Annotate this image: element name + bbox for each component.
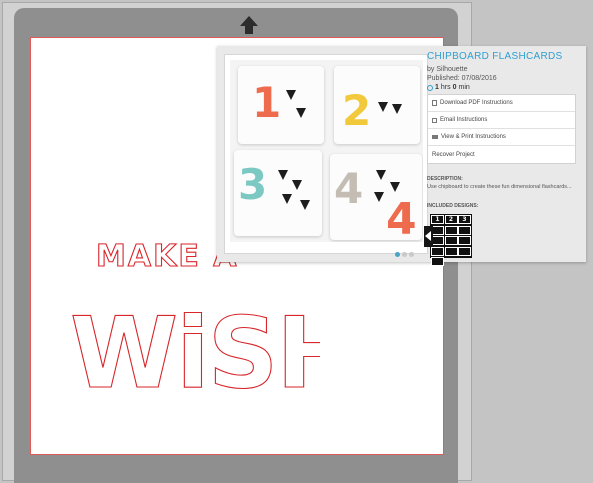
- project-photo-frame: 1 2 3 4 4: [224, 54, 428, 257]
- flashcard-1: 1: [238, 66, 324, 144]
- design-thumbnail[interactable]: [431, 257, 444, 266]
- carousel-dot-1[interactable]: [395, 252, 400, 257]
- project-photo[interactable]: 1 2 3 4 4: [230, 60, 423, 242]
- project-author: by Silhouette: [427, 66, 468, 73]
- flashcard-4: 4 4: [330, 154, 422, 242]
- design-thumbnail[interactable]: 1: [431, 215, 444, 224]
- envelope-icon: [432, 117, 437, 123]
- carousel-dot-3[interactable]: [409, 252, 414, 257]
- design-thumbnail[interactable]: 2: [444, 215, 458, 224]
- clock-icon: [427, 84, 433, 91]
- flashcard-2: 2: [334, 66, 420, 144]
- description-text: Use chipboard to create these fun dimens…: [427, 184, 572, 190]
- project-time: 1 hrs 0 min: [427, 84, 470, 91]
- flashcard-3: 3: [234, 150, 322, 236]
- feed-direction-arrow-icon: [240, 16, 258, 26]
- design-line-2: WiSH: [70, 297, 320, 411]
- design-thumbnail[interactable]: [431, 246, 444, 256]
- project-actions: Download PDF Instructions Email Instruct…: [427, 94, 576, 164]
- design-wish[interactable]: WiSH: [70, 272, 320, 417]
- design-thumbnail[interactable]: [458, 225, 471, 235]
- collapse-panel-tab[interactable]: [424, 226, 433, 247]
- project-published: Published: 07/08/2016: [427, 75, 497, 82]
- design-thumbnail[interactable]: [444, 236, 458, 245]
- printer-icon: [432, 135, 438, 139]
- carousel-dots: [395, 244, 416, 262]
- included-designs-label: INCLUDED DESIGNS:: [427, 203, 479, 209]
- description-label: DESCRIPTION:: [427, 176, 463, 182]
- included-designs-grid: 123: [430, 214, 472, 266]
- project-info-panel: 1 2 3 4 4 CHIPBOARD FLASHCARDS by Silhou…: [217, 46, 586, 266]
- pdf-icon: [432, 100, 437, 106]
- project-title[interactable]: CHIPBOARD FLASHCARDS: [427, 51, 562, 62]
- mat-bottom-strip: [14, 458, 458, 483]
- design-thumbnail[interactable]: [444, 246, 458, 256]
- carousel-dot-2[interactable]: [402, 252, 407, 257]
- design-thumbnail[interactable]: [458, 236, 471, 245]
- email-instructions-button[interactable]: Email Instructions: [428, 112, 575, 129]
- design-thumbnail[interactable]: 3: [458, 215, 471, 224]
- feed-direction-arrow-stem: [245, 26, 253, 34]
- chevron-left-icon: [425, 231, 431, 241]
- design-thumbnail[interactable]: [458, 246, 471, 256]
- design-thumbnail[interactable]: [444, 225, 458, 235]
- download-pdf-button[interactable]: Download PDF Instructions: [428, 95, 575, 112]
- recover-project-button[interactable]: Recover Project: [428, 146, 575, 163]
- view-print-button[interactable]: View & Print Instructions: [428, 129, 575, 146]
